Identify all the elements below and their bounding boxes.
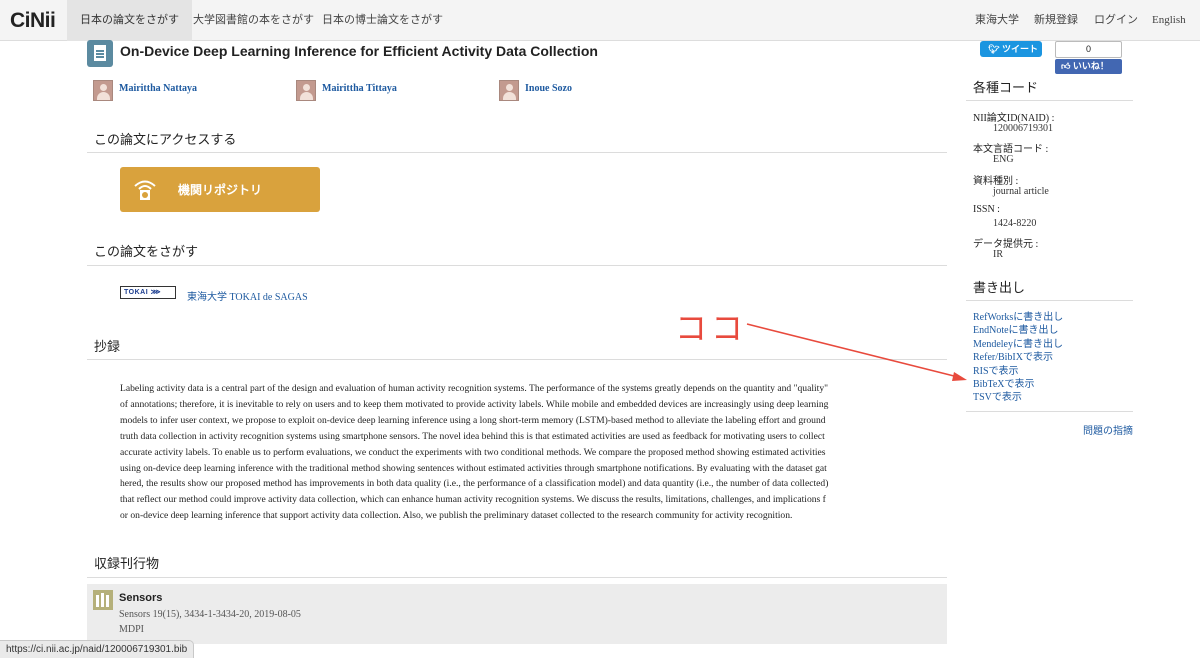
annotation-arrow-icon (746, 323, 967, 381)
